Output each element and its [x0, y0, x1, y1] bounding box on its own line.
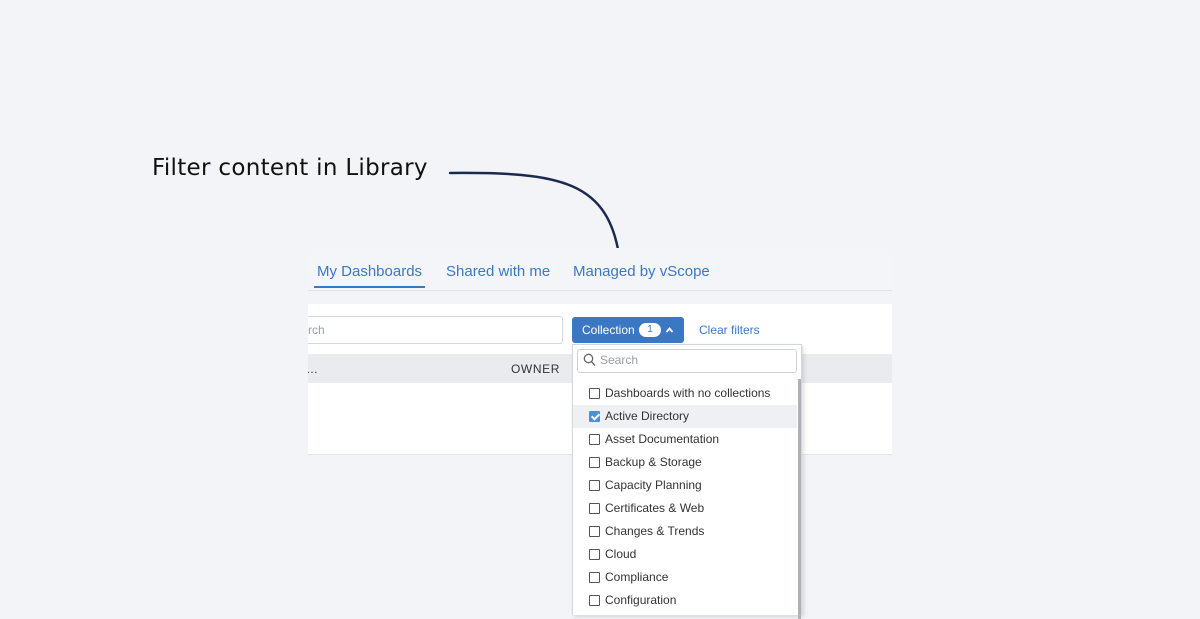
- option-label: Configuration: [605, 593, 677, 607]
- collection-option-compliance[interactable]: Compliance: [573, 566, 797, 589]
- option-label: Compliance: [605, 570, 669, 584]
- tab-my-dashboards[interactable]: My Dashboards: [313, 263, 426, 288]
- option-label: Dashboards with no collections: [605, 386, 771, 400]
- option-label: Asset Documentation: [605, 432, 720, 446]
- checkbox[interactable]: [589, 572, 600, 583]
- option-label: Active Directory: [605, 409, 690, 423]
- option-label: Capacity Planning: [605, 478, 702, 492]
- library-search-input[interactable]: rch: [308, 316, 563, 344]
- column-header-owner[interactable]: OWNER: [511, 362, 560, 376]
- checkbox[interactable]: [589, 388, 600, 399]
- checkbox[interactable]: [589, 503, 600, 514]
- collection-option-cloud[interactable]: Cloud: [573, 543, 797, 566]
- collection-dropdown: Dashboards with no collections Active Di…: [572, 344, 802, 619]
- checkbox[interactable]: [589, 595, 600, 606]
- tab-shared-with-me[interactable]: Shared with me: [446, 263, 550, 280]
- tab-bar: My Dashboards Shared with me Managed by …: [308, 248, 892, 291]
- option-label: Changes & Trends: [605, 524, 705, 538]
- collection-option-no-collections[interactable]: Dashboards with no collections: [573, 382, 797, 405]
- collection-option-changes-trends[interactable]: Changes & Trends: [573, 520, 797, 543]
- collection-filter-button[interactable]: Collection 1: [572, 317, 684, 343]
- column-header-name[interactable]: …: [308, 362, 318, 376]
- collection-option-capacity-planning[interactable]: Capacity Planning: [573, 474, 797, 497]
- collection-filter-label: Collection: [582, 323, 635, 337]
- dropdown-scrollbar[interactable]: [798, 379, 801, 619]
- collection-option-active-directory[interactable]: Active Directory: [573, 405, 797, 428]
- search-input-text: rch: [308, 323, 325, 337]
- checkbox[interactable]: [589, 549, 600, 560]
- option-label: Cloud: [605, 547, 637, 561]
- collection-search-input[interactable]: [600, 352, 790, 368]
- collection-option-backup-storage[interactable]: Backup & Storage: [573, 451, 797, 474]
- search-icon: [583, 353, 596, 372]
- checkbox[interactable]: [589, 480, 600, 491]
- clear-filters-link[interactable]: Clear filters: [699, 323, 760, 337]
- tab-managed-by-vscope[interactable]: Managed by vScope: [573, 263, 710, 280]
- collection-search-field[interactable]: [577, 349, 797, 373]
- option-label: Certificates & Web: [605, 501, 705, 515]
- checkbox[interactable]: [589, 457, 600, 468]
- checkbox-checked[interactable]: [589, 411, 600, 422]
- collection-option-configuration[interactable]: Configuration: [573, 589, 797, 612]
- checkbox[interactable]: [589, 434, 600, 445]
- collection-option-asset-documentation[interactable]: Asset Documentation: [573, 428, 797, 451]
- option-label: Backup & Storage: [605, 455, 702, 469]
- checkbox[interactable]: [589, 526, 600, 537]
- collection-count-badge: 1: [639, 323, 661, 337]
- collection-option-certificates-web[interactable]: Certificates & Web: [573, 497, 797, 520]
